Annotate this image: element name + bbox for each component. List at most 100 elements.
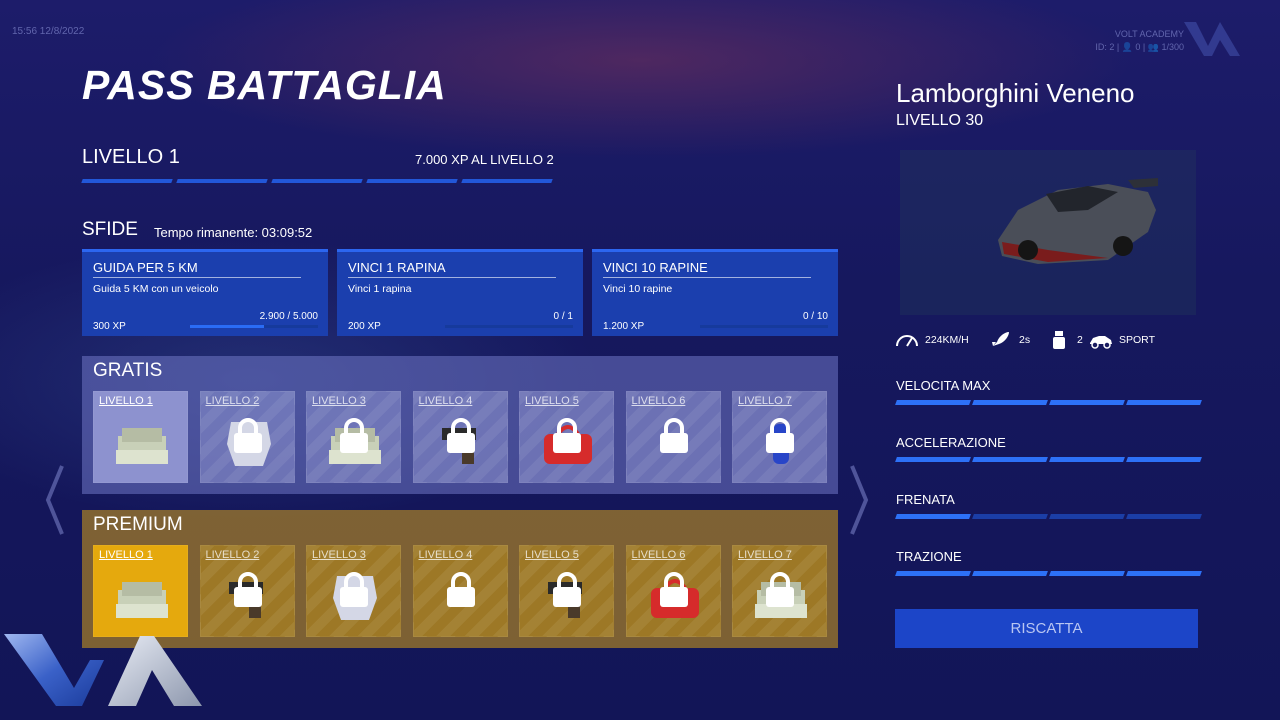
stat-label-acceleration: ACCELERAZIONE (896, 435, 1006, 450)
page-title: PASS BATTAGLIA (82, 62, 447, 108)
stat-bar-segment (972, 400, 1048, 405)
free-reward-tile[interactable]: LIVELLO 4 (412, 391, 508, 483)
spec-class-value: SPORT (1119, 334, 1155, 346)
challenge-xp: 1.200 XP (603, 321, 645, 332)
stat-bar-segment (1126, 457, 1202, 462)
premium-reward-tile[interactable]: LIVELLO 1 (93, 545, 188, 637)
stat-bar-segment (972, 571, 1048, 576)
challenge-progress-text: 2.900 / 5.000 (259, 311, 318, 322)
level-progress-bar (81, 179, 553, 183)
challenge-title: GUIDA PER 5 KM (93, 260, 198, 275)
reward-tile-level: LIVELLO 2 (205, 395, 260, 407)
premium-reward-tile[interactable]: LIVELLO 4 (412, 545, 508, 637)
stat-bar-segment (1049, 457, 1125, 462)
challenge-divider (93, 277, 301, 278)
cash-icon (116, 582, 168, 618)
challenge-card[interactable]: GUIDA PER 5 KM Guida 5 KM con un veicolo… (82, 249, 328, 336)
hud-info: VOLT ACADEMY ID: 2 | 👤 0 | 👥 1/300 (1095, 28, 1184, 54)
stat-bar-segment (1126, 514, 1202, 519)
premium-reward-tile[interactable]: LIVELLO 2 (199, 545, 295, 637)
premium-reward-tile[interactable]: LIVELLO 6 (625, 545, 721, 637)
premium-reward-tile[interactable]: LIVELLO 3 (306, 545, 401, 637)
challenge-progress-text: 0 / 1 (553, 311, 573, 322)
free-reward-tile[interactable]: LIVELLO 7 (732, 391, 827, 483)
reward-tile-level: LIVELLO 5 (525, 549, 579, 561)
premium-reward-tile[interactable]: LIVELLO 5 (519, 545, 614, 637)
challenges-header: SFIDE (82, 219, 138, 240)
lock-icon (766, 418, 794, 453)
challenge-title: VINCI 10 RAPINE (603, 260, 708, 275)
challenge-desc: Vinci 1 rapina (348, 283, 412, 295)
level-progress-segment (81, 179, 173, 183)
reward-tile-level: LIVELLO 4 (418, 395, 473, 407)
stat-label-braking: FRENATA (896, 492, 955, 507)
reward-tile-level: LIVELLO 3 (312, 549, 366, 561)
reward-tile-level: LIVELLO 5 (525, 395, 579, 407)
challenge-divider (603, 277, 811, 278)
challenge-card[interactable]: VINCI 10 RAPINE Vinci 10 rapine 1.200 XP… (592, 249, 838, 336)
challenge-xp: 200 XP (348, 321, 381, 332)
free-reward-tile[interactable]: LIVELLO 6 (625, 391, 721, 483)
va-logo-icon (4, 634, 202, 706)
rocket-icon (992, 332, 1009, 346)
challenges-timer: Tempo rimanente: 03:09:52 (154, 225, 313, 240)
stat-bar-segment (1049, 514, 1125, 519)
reward-tile-level: LIVELLO 7 (738, 549, 792, 561)
stat-bar-acceleration (895, 457, 1202, 462)
stat-bar-segment (1049, 571, 1125, 576)
hud-player-info: ID: 2 | 👤 0 | 👥 1/300 (1095, 42, 1184, 52)
stat-bar-traction (895, 571, 1202, 576)
challenge-title: VINCI 1 RAPINA (348, 260, 446, 275)
stat-bar-braking (895, 514, 1202, 519)
lock-icon (553, 418, 581, 453)
lock-icon (340, 418, 368, 453)
level-progress-segment (271, 179, 363, 183)
free-reward-tile[interactable]: LIVELLO 2 (199, 391, 295, 483)
spec-seats: 2 (1047, 330, 1083, 350)
challenge-progress-fill (190, 325, 265, 328)
hud-brand: VOLT ACADEMY (1114, 29, 1184, 39)
premium-reward-tile[interactable]: LIVELLO 7 (732, 545, 827, 637)
hud-time: 15:56 12/8/2022 (12, 26, 85, 37)
cash-icon (116, 428, 168, 464)
spec-speed: 224KM/H (895, 330, 969, 350)
challenge-desc: Guida 5 KM con un veicolo (93, 283, 219, 295)
lock-icon (659, 418, 688, 453)
stat-bar-segment (895, 400, 971, 405)
speedometer-icon (896, 335, 918, 347)
lock-icon (340, 572, 368, 607)
redeem-button[interactable]: RISCATTA (895, 609, 1198, 648)
reward-tile-level: LIVELLO 2 (205, 549, 260, 561)
challenge-card[interactable]: VINCI 1 RAPINA Vinci 1 rapina 200 XP 0 /… (337, 249, 583, 336)
stat-bar-segment (1126, 571, 1202, 576)
lock-icon (659, 572, 688, 607)
reward-tile-level: LIVELLO 1 (99, 549, 153, 561)
reward-car-name: Lamborghini Veneno (896, 78, 1135, 108)
stat-bar-segment (1126, 400, 1202, 405)
reward-level: LIVELLO 30 (896, 112, 984, 129)
free-track: GRATIS LIVELLO 1 LIVELLO 2 LIVELLO 3 LIVELL… (82, 356, 838, 494)
current-level: LIVELLO 1 (82, 146, 180, 168)
stat-bar-segment (895, 514, 971, 519)
lock-icon (553, 572, 581, 607)
spec-acceleration: 2s (989, 330, 1030, 350)
stat-bar-segment (972, 514, 1048, 519)
free-reward-tile[interactable]: LIVELLO 5 (519, 391, 614, 483)
spec-class: SPORT (1089, 330, 1155, 350)
free-reward-tile[interactable]: LIVELLO 3 (306, 391, 401, 483)
xp-to-next-level: 7.000 XP AL LIVELLO 2 (415, 152, 554, 167)
reward-tile-level: LIVELLO 3 (312, 395, 366, 407)
challenge-xp: 300 XP (93, 321, 126, 332)
free-reward-tile[interactable]: LIVELLO 1 (93, 391, 188, 483)
spec-acceleration-value: 2s (1019, 334, 1031, 346)
stat-label-top-speed: VELOCITA MAX (896, 378, 991, 393)
prev-page-arrow-icon[interactable] (44, 464, 66, 536)
challenge-divider (348, 277, 556, 278)
stat-bar-top-speed (895, 400, 1202, 405)
reward-tile-level: LIVELLO 6 (631, 549, 686, 561)
lock-icon (446, 418, 475, 453)
stat-label-traction: TRAZIONE (896, 549, 962, 564)
lock-icon (233, 572, 262, 607)
lock-icon (446, 572, 475, 607)
next-page-arrow-icon[interactable] (848, 464, 870, 536)
